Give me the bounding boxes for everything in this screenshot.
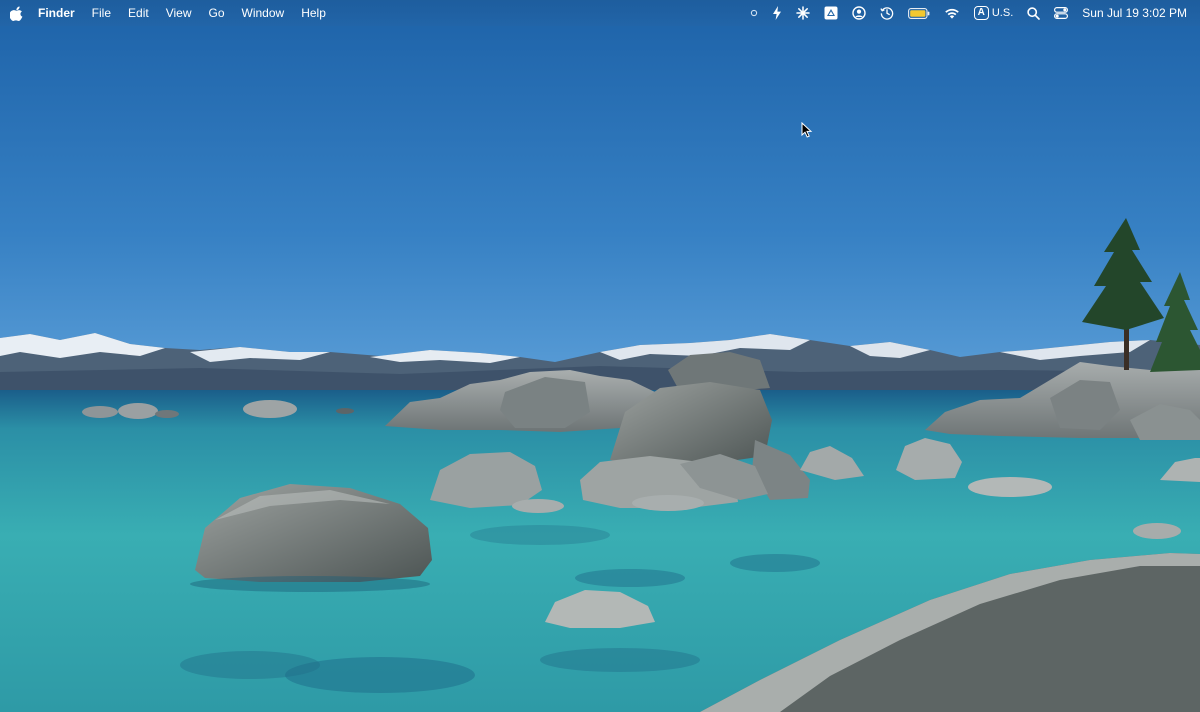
time-machine-icon[interactable] — [879, 0, 894, 26]
menu-go[interactable]: Go — [209, 6, 225, 20]
input-source-badge: A — [973, 6, 989, 20]
menu-bar: Finder File Edit View Go Window Help A U… — [0, 0, 1200, 26]
menu-view[interactable]: View — [166, 6, 192, 20]
menu-help[interactable]: Help — [301, 6, 326, 20]
spotlight-search-icon[interactable] — [1027, 0, 1041, 26]
battery-icon[interactable] — [907, 0, 930, 26]
wallpaper-image — [0, 0, 1200, 712]
menu-bar-right: A U.S. Sun Jul 19 3:02 PM — [736, 0, 1200, 26]
menu-app-finder[interactable]: Finder — [38, 6, 75, 20]
menu-bar-left: Finder File Edit View Go Window Help — [0, 0, 343, 26]
input-source-label: U.S. — [991, 7, 1014, 19]
menu-window[interactable]: Window — [242, 6, 285, 20]
menu-edit[interactable]: Edit — [128, 6, 149, 20]
apple-logo-icon[interactable] — [10, 5, 24, 21]
desktop-wallpaper — [0, 0, 1200, 712]
wifi-icon[interactable] — [944, 0, 960, 26]
menu-bar-clock[interactable]: Sun Jul 19 3:02 PM — [1082, 6, 1187, 20]
menu-file[interactable]: File — [92, 6, 111, 20]
bolt-icon[interactable] — [772, 0, 782, 26]
mouse-pointer-icon — [801, 121, 813, 138]
user-circle-icon[interactable] — [851, 0, 866, 26]
control-center-icon[interactable] — [1054, 0, 1069, 26]
input-source-menu[interactable]: A U.S. — [973, 6, 1014, 20]
google-drive-icon[interactable] — [824, 0, 838, 26]
asterisk-sparkle-icon[interactable] — [795, 0, 810, 26]
record-dot-icon[interactable] — [750, 0, 758, 26]
